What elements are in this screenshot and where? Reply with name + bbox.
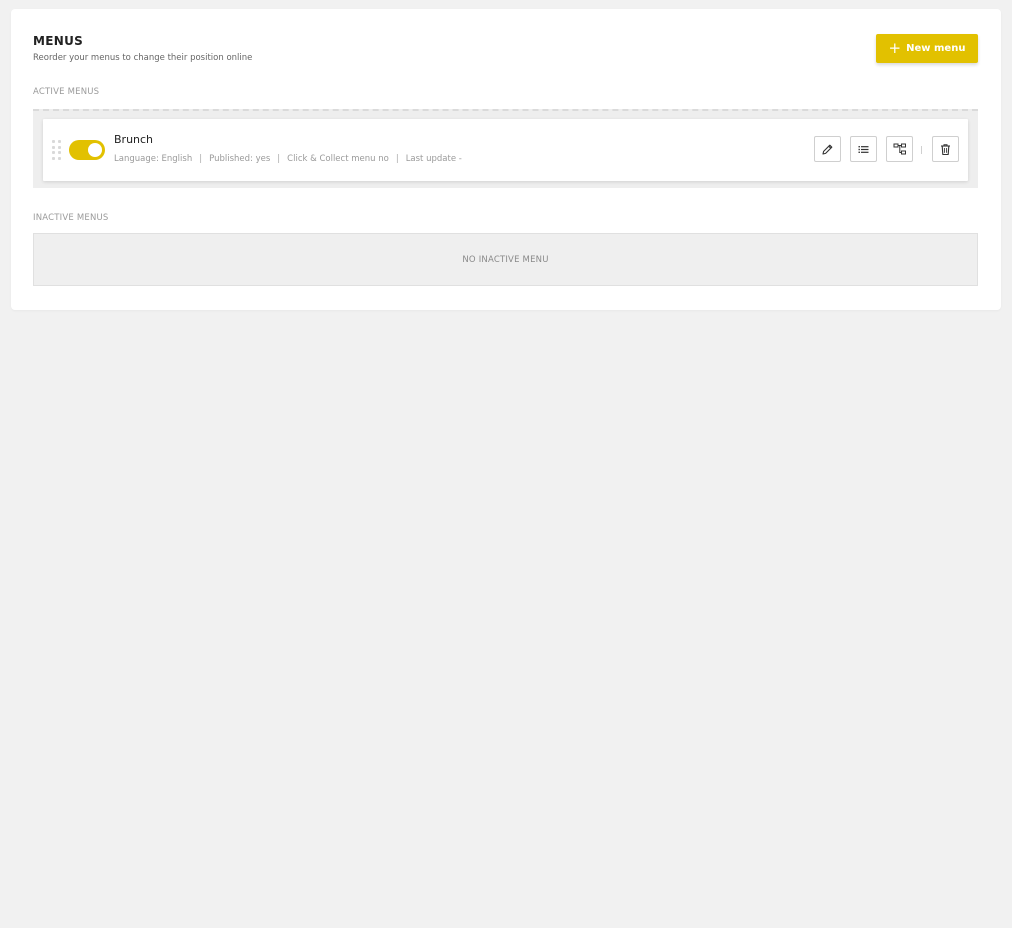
tree-icon	[893, 143, 906, 155]
active-menus-dropzone: Brunch Language: English | Published: ye…	[33, 109, 978, 188]
menu-published: Published: yes	[209, 154, 271, 164]
action-divider	[921, 146, 922, 154]
meta-separator: |	[395, 154, 399, 164]
menu-items-button[interactable]	[850, 136, 877, 162]
menu-name: Brunch	[114, 133, 154, 146]
pencil-icon	[822, 144, 833, 155]
menus-panel: MENUS Reorder your menus to change their…	[11, 9, 1001, 310]
menu-language: Language: English	[114, 154, 193, 164]
active-menus-label: ACTIVE MENUS	[33, 87, 100, 97]
new-menu-button[interactable]: + New menu	[876, 34, 978, 63]
trash-icon	[941, 143, 950, 155]
empty-inactive-message: NO INACTIVE MENU	[462, 254, 549, 265]
menu-meta: Language: English | Published: yes | Cli…	[114, 154, 462, 164]
page-title: MENUS	[33, 34, 84, 48]
delete-menu-button[interactable]	[932, 136, 959, 162]
list-icon	[858, 145, 869, 153]
toggle-knob	[88, 143, 102, 157]
menu-last-update: Last update -	[405, 154, 462, 164]
menu-item[interactable]: Brunch Language: English | Published: ye…	[43, 119, 968, 181]
menu-active-toggle[interactable]	[69, 140, 105, 160]
edit-menu-button[interactable]	[814, 136, 841, 162]
meta-separator: |	[277, 154, 281, 164]
menu-click-collect: Click & Collect menu no	[287, 154, 389, 164]
menu-structure-button[interactable]	[886, 136, 913, 162]
drag-handle-icon[interactable]	[52, 140, 61, 160]
meta-separator: |	[199, 154, 203, 164]
inactive-menus-dropzone: NO INACTIVE MENU	[33, 233, 978, 286]
page-subtitle: Reorder your menus to change their posit…	[33, 53, 253, 63]
new-menu-label: New menu	[906, 43, 966, 54]
inactive-menus-label: INACTIVE MENUS	[33, 213, 109, 223]
plus-icon: +	[888, 38, 902, 57]
